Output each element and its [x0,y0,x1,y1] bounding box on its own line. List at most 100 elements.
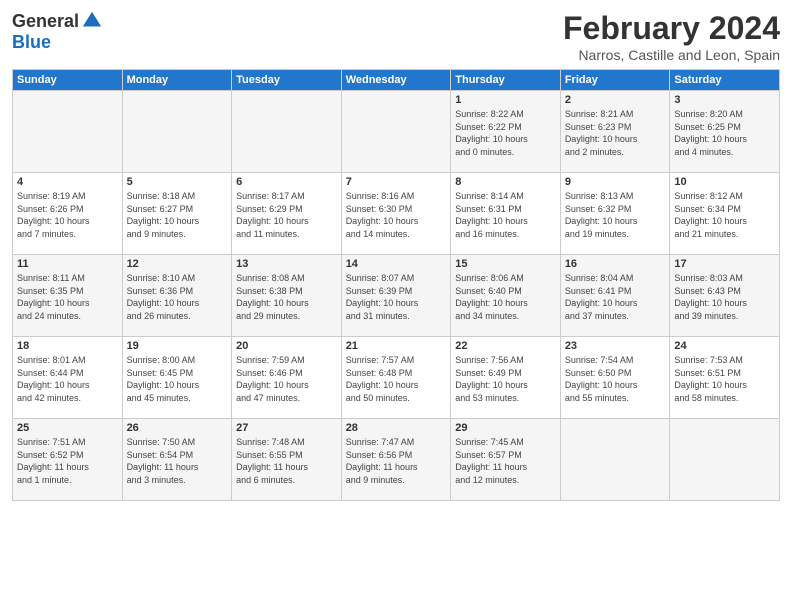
day-number: 4 [17,176,118,188]
calendar-cell: 20 Sunrise: 7:59 AM Sunset: 6:46 PM Dayli… [232,337,342,419]
day-number: 13 [236,258,337,270]
day-info: Sunrise: 7:59 AM Sunset: 6:46 PM Dayligh… [236,354,337,404]
month-title: February 2024 [563,10,780,47]
day-info: Sunrise: 8:00 AM Sunset: 6:45 PM Dayligh… [127,354,228,404]
calendar-cell: 4Sunrise: 8:19 AM Sunset: 6:26 PM Daylig… [13,173,123,255]
calendar-cell: 19 Sunrise: 8:00 AM Sunset: 6:45 PM Dayli… [122,337,232,419]
page-header: General Blue February 2024 Narros, Casti… [12,10,780,63]
calendar-cell: 6 Sunrise: 8:17 AM Sunset: 6:29 PM Daylig… [232,173,342,255]
calendar-cell: 17Sunrise: 8:03 AM Sunset: 6:43 PM Dayli… [670,255,780,337]
day-number: 22 [455,340,556,352]
col-header-wednesday: Wednesday [341,70,451,91]
day-number: 20 [236,340,337,352]
calendar-cell [13,91,123,173]
day-info: Sunrise: 8:08 AM Sunset: 6:38 PM Dayligh… [236,272,337,322]
day-info: Sunrise: 8:12 AM Sunset: 6:34 PM Dayligh… [674,190,775,240]
calendar-week-row: 11 Sunrise: 8:11 AM Sunset: 6:35 PM Dayli… [13,255,780,337]
calendar-week-row: 18 Sunrise: 8:01 AM Sunset: 6:44 PM Dayli… [13,337,780,419]
col-header-saturday: Saturday [670,70,780,91]
calendar-cell: 27 Sunrise: 7:48 AM Sunset: 6:55 PM Dayli… [232,419,342,501]
col-header-friday: Friday [560,70,670,91]
day-number: 29 [455,422,556,434]
day-info: Sunrise: 7:56 AM Sunset: 6:49 PM Dayligh… [455,354,556,404]
day-info: Sunrise: 7:57 AM Sunset: 6:48 PM Dayligh… [346,354,447,404]
page-container: General Blue February 2024 Narros, Casti… [0,0,792,509]
calendar-cell: 8 Sunrise: 8:14 AM Sunset: 6:31 PM Daylig… [451,173,561,255]
day-info: Sunrise: 8:20 AM Sunset: 6:25 PM Dayligh… [674,108,775,158]
calendar-cell: 3 Sunrise: 8:20 AM Sunset: 6:25 PM Daylig… [670,91,780,173]
day-info: Sunrise: 8:04 AM Sunset: 6:41 PM Dayligh… [565,272,666,322]
calendar-cell: 25 Sunrise: 7:51 AM Sunset: 6:52 PM Dayli… [13,419,123,501]
day-info: Sunrise: 8:10 AM Sunset: 6:36 PM Dayligh… [127,272,228,322]
calendar-cell: 9 Sunrise: 8:13 AM Sunset: 6:32 PM Daylig… [560,173,670,255]
day-number: 6 [236,176,337,188]
day-info: Sunrise: 8:18 AM Sunset: 6:27 PM Dayligh… [127,190,228,240]
day-info: Sunrise: 8:16 AM Sunset: 6:30 PM Dayligh… [346,190,447,240]
day-number: 9 [565,176,666,188]
calendar-cell: 26 Sunrise: 7:50 AM Sunset: 6:54 PM Dayli… [122,419,232,501]
calendar-week-row: 4Sunrise: 8:19 AM Sunset: 6:26 PM Daylig… [13,173,780,255]
calendar-cell: 24 Sunrise: 7:53 AM Sunset: 6:51 PM Dayli… [670,337,780,419]
day-number: 18 [17,340,118,352]
location-text: Narros, Castille and Leon, Spain [563,47,780,63]
calendar-cell: 2Sunrise: 8:21 AM Sunset: 6:23 PM Daylig… [560,91,670,173]
calendar-cell: 5 Sunrise: 8:18 AM Sunset: 6:27 PM Daylig… [122,173,232,255]
calendar-cell: 15Sunrise: 8:06 AM Sunset: 6:40 PM Dayli… [451,255,561,337]
day-number: 7 [346,176,447,188]
day-info: Sunrise: 7:53 AM Sunset: 6:51 PM Dayligh… [674,354,775,404]
day-number: 24 [674,340,775,352]
day-number: 21 [346,340,447,352]
day-info: Sunrise: 8:14 AM Sunset: 6:31 PM Dayligh… [455,190,556,240]
day-info: Sunrise: 8:13 AM Sunset: 6:32 PM Dayligh… [565,190,666,240]
calendar-cell: 14 Sunrise: 8:07 AM Sunset: 6:39 PM Dayli… [341,255,451,337]
day-number: 3 [674,94,775,106]
calendar-week-row: 25 Sunrise: 7:51 AM Sunset: 6:52 PM Dayli… [13,419,780,501]
calendar-cell: 22 Sunrise: 7:56 AM Sunset: 6:49 PM Dayli… [451,337,561,419]
col-header-thursday: Thursday [451,70,561,91]
col-header-monday: Monday [122,70,232,91]
day-number: 2 [565,94,666,106]
calendar-cell: 7 Sunrise: 8:16 AM Sunset: 6:30 PM Daylig… [341,173,451,255]
day-number: 1 [455,94,556,106]
day-number: 17 [674,258,775,270]
day-number: 19 [127,340,228,352]
day-number: 23 [565,340,666,352]
day-info: Sunrise: 8:22 AM Sunset: 6:22 PM Dayligh… [455,108,556,158]
calendar-cell [341,91,451,173]
day-info: Sunrise: 7:54 AM Sunset: 6:50 PM Dayligh… [565,354,666,404]
logo-blue-text: Blue [12,32,51,53]
logo-icon [81,10,103,32]
day-number: 5 [127,176,228,188]
calendar-cell: 18 Sunrise: 8:01 AM Sunset: 6:44 PM Dayli… [13,337,123,419]
day-number: 28 [346,422,447,434]
day-number: 10 [674,176,775,188]
day-info: Sunrise: 8:01 AM Sunset: 6:44 PM Dayligh… [17,354,118,404]
day-info: Sunrise: 7:45 AM Sunset: 6:57 PM Dayligh… [455,436,556,486]
day-number: 14 [346,258,447,270]
calendar-header-row: SundayMondayTuesdayWednesdayThursdayFrid… [13,70,780,91]
day-number: 12 [127,258,228,270]
day-info: Sunrise: 7:51 AM Sunset: 6:52 PM Dayligh… [17,436,118,486]
calendar-cell [560,419,670,501]
day-number: 26 [127,422,228,434]
day-number: 8 [455,176,556,188]
calendar-cell: 10 Sunrise: 8:12 AM Sunset: 6:34 PM Dayli… [670,173,780,255]
logo-general-text: General [12,11,79,32]
day-info: Sunrise: 8:11 AM Sunset: 6:35 PM Dayligh… [17,272,118,322]
day-number: 25 [17,422,118,434]
calendar-cell [232,91,342,173]
title-area: February 2024 Narros, Castille and Leon,… [563,10,780,63]
day-info: Sunrise: 8:17 AM Sunset: 6:29 PM Dayligh… [236,190,337,240]
day-number: 15 [455,258,556,270]
day-number: 27 [236,422,337,434]
calendar-table: SundayMondayTuesdayWednesdayThursdayFrid… [12,69,780,501]
calendar-cell [670,419,780,501]
day-info: Sunrise: 7:50 AM Sunset: 6:54 PM Dayligh… [127,436,228,486]
day-info: Sunrise: 8:07 AM Sunset: 6:39 PM Dayligh… [346,272,447,322]
day-number: 11 [17,258,118,270]
calendar-cell: 1 Sunrise: 8:22 AM Sunset: 6:22 PM Daylig… [451,91,561,173]
logo: General Blue [12,10,103,53]
calendar-week-row: 1 Sunrise: 8:22 AM Sunset: 6:22 PM Daylig… [13,91,780,173]
calendar-cell [122,91,232,173]
day-info: Sunrise: 7:48 AM Sunset: 6:55 PM Dayligh… [236,436,337,486]
